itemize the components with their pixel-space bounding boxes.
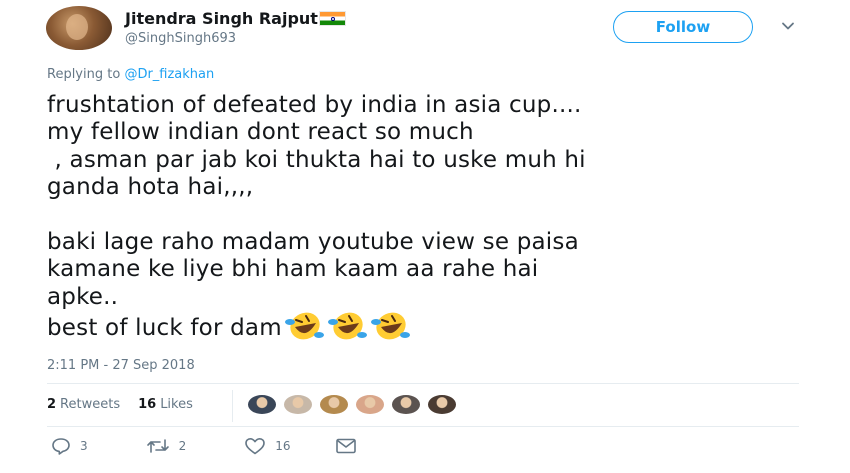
likes-label: Likes [160,397,193,412]
tweet-line: apke.. [47,283,119,310]
like-button[interactable]: 16 [244,437,291,455]
liker-avatars [247,394,463,415]
retweets-count: 2 [47,397,57,412]
direct-message-button[interactable] [335,437,357,455]
tweet-line-last: best of luck for dam [47,311,807,342]
retweet-button[interactable]: 2 [146,437,187,455]
liker-avatar[interactable] [283,394,313,415]
liker-avatar[interactable] [427,394,457,415]
tweet-line: frushtation of defeated by india in asia… [47,92,582,118]
liker-avatar[interactable] [355,394,385,415]
liker-avatar[interactable] [391,394,421,415]
likes-count: 16 [138,397,157,412]
author-name[interactable]: Jitendra Singh Rajput [125,9,346,28]
retweets-label: Retweets [60,397,121,412]
replying-to: Replying to @Dr_fizakhan [47,67,214,82]
retweet-icon [146,439,169,453]
reply-button[interactable]: 3 [51,437,88,455]
retweets-stat[interactable]: 2 Retweets [47,397,120,412]
follow-button[interactable]: Follow [613,11,753,43]
stats-divider [232,390,233,422]
reply-icon [52,438,70,455]
liker-avatar[interactable] [247,394,277,415]
reply-count: 3 [80,439,88,453]
heart-icon [245,438,266,455]
author-display-name[interactable]: Jitendra Singh Rajput [125,9,318,28]
tweet-timestamp[interactable]: 2:11 PM - 27 Sep 2018 [47,358,195,373]
engagement-stats: 2 Retweets 16 Likes [47,397,193,412]
retweet-count: 2 [178,439,187,453]
rolling-on-floor-laughing-icon [327,312,367,340]
reply-mention-link[interactable]: @Dr_fizakhan [124,67,214,82]
tweet-line: , asman par jab koi thukta hai to uske m… [47,146,586,173]
author-handle[interactable]: @SinghSingh693 [125,31,236,46]
tweet-actions: 3 2 16 [51,437,357,455]
tweet-line: baki lage raho madam youtube view se pai… [47,228,579,255]
tweet-line: ganda hota hai,,,, [47,174,254,201]
india-flag-icon [318,11,346,26]
tweet-line: kamane ke liye bhi ham kaam aa rahe hai [47,256,539,283]
likes-stat[interactable]: 16 Likes [138,397,193,412]
divider [47,383,799,384]
rolling-on-floor-laughing-icon [284,312,324,340]
author-avatar[interactable] [46,6,112,50]
replying-to-prefix: Replying to [47,67,125,82]
liker-avatar[interactable] [319,394,349,415]
rolling-on-floor-laughing-icon [370,312,410,340]
tweet-text: frushtation of defeated by india in asia… [47,92,807,342]
like-count: 16 [275,439,291,453]
tweet-line: best of luck for dam [47,315,282,342]
envelope-icon [335,438,356,454]
chevron-down-icon[interactable] [780,18,796,34]
divider [47,426,799,427]
tweet-line: my fellow indian dont react so much [47,119,474,146]
